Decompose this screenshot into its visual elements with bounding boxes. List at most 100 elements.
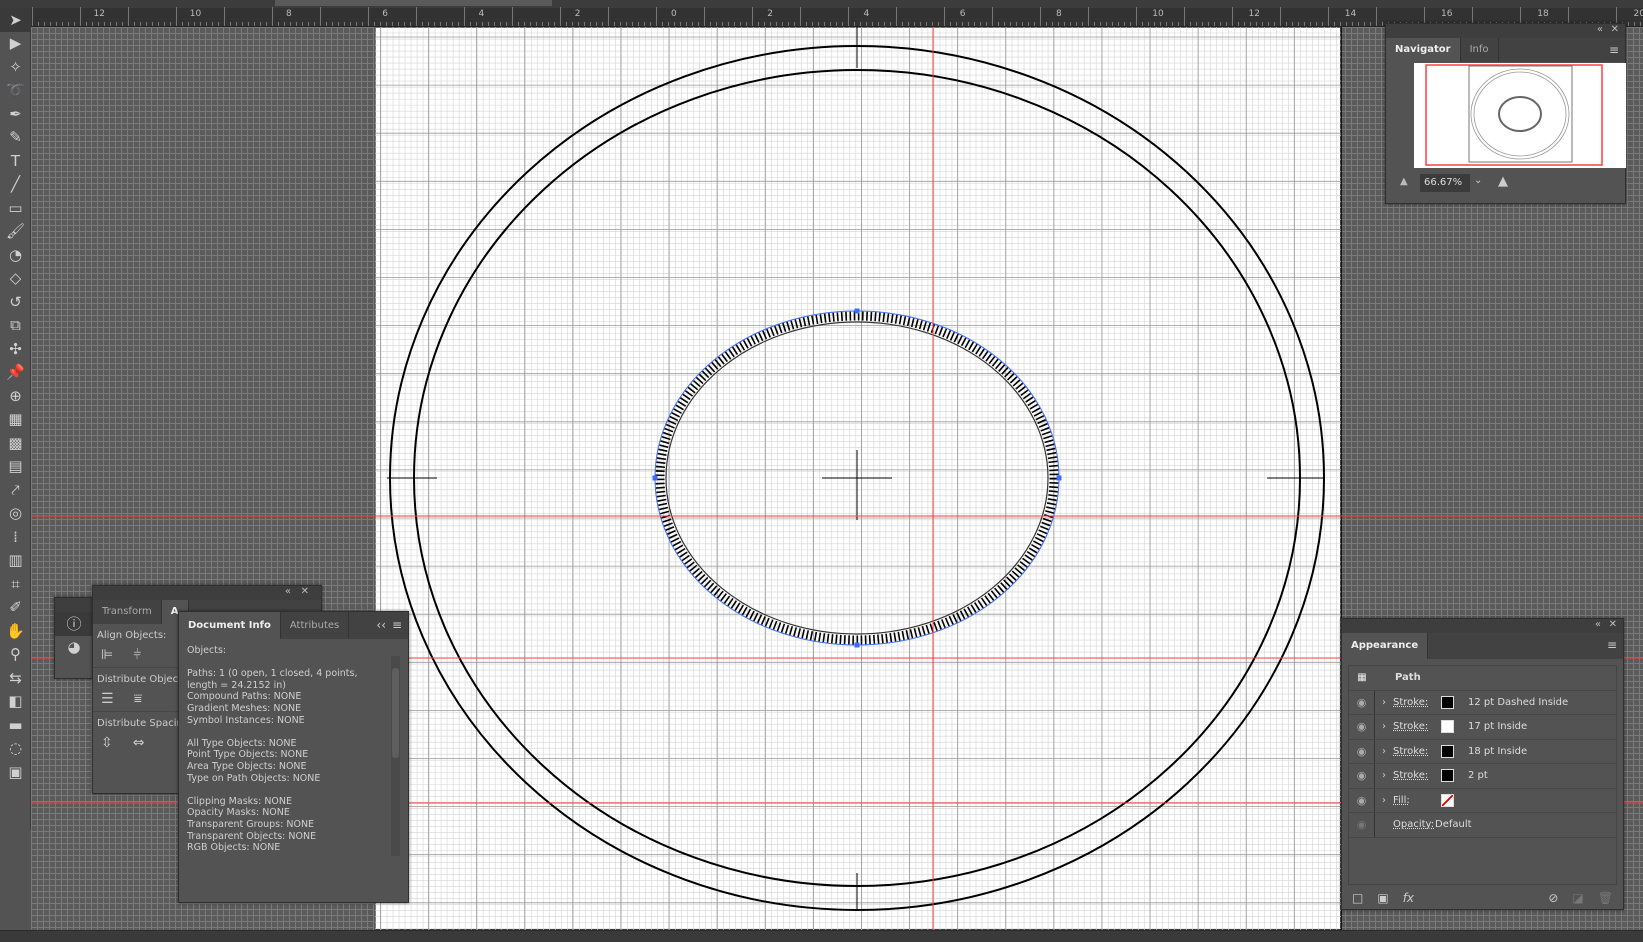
attributes-icon[interactable]: ◕: [55, 636, 93, 660]
align-center-icon[interactable]: ⫩: [133, 647, 141, 663]
add-stroke-icon[interactable]: □: [1352, 891, 1363, 905]
expand-chevron-icon[interactable]: ›: [1375, 770, 1393, 781]
distribute-top-icon[interactable]: ☰: [101, 691, 114, 707]
collapse-icon[interactable]: «: [285, 586, 291, 597]
document-info-icon[interactable]: ⓘ: [55, 612, 93, 636]
type-tool-icon[interactable]: T: [0, 149, 31, 173]
zoom-dropdown-icon[interactable]: ⌄: [1474, 175, 1482, 186]
close-icon[interactable]: ✕: [1611, 24, 1619, 35]
eye-icon[interactable]: ◉: [1349, 764, 1375, 788]
color-swatch[interactable]: [1441, 769, 1454, 783]
shape-builder-tool-icon[interactable]: ⊕: [0, 384, 31, 408]
collapse-icon[interactable]: ‹‹: [376, 618, 386, 632]
stroke-row[interactable]: ◉ › Stroke: 2 pt: [1349, 764, 1616, 789]
row-label[interactable]: Fill:: [1393, 795, 1441, 806]
zoom-level-input[interactable]: 66.67%: [1420, 174, 1470, 192]
blob-brush-tool-icon[interactable]: ◔: [0, 243, 31, 267]
close-icon[interactable]: ✕: [301, 586, 309, 597]
color-swatch[interactable]: [1441, 720, 1454, 734]
fill-stroke-swatch-icon[interactable]: ◧: [0, 690, 31, 714]
eye-icon[interactable]: ◉: [1349, 715, 1375, 739]
scale-tool-icon[interactable]: ⧉: [0, 314, 31, 338]
eye-icon[interactable]: ◉: [1349, 690, 1375, 714]
stroke-row[interactable]: ◉ › Stroke: 12 pt Dashed Inside: [1349, 690, 1616, 715]
gradient-tool-icon[interactable]: ▤: [0, 455, 31, 479]
direct-selection-tool-icon[interactable]: ▶: [0, 32, 31, 56]
duplicate-item-icon[interactable]: ◪: [1572, 891, 1583, 905]
delete-icon[interactable]: 🗑: [1598, 891, 1613, 905]
eyedropper-tool-icon[interactable]: ⤤: [0, 478, 31, 502]
curvature-tool-icon[interactable]: ✎: [0, 126, 31, 150]
panel-menu-icon[interactable]: ≡: [1609, 43, 1619, 57]
zoom-tool-icon[interactable]: ⚲: [0, 643, 31, 667]
blend-tool-icon[interactable]: ◎: [0, 502, 31, 526]
collapse-icon[interactable]: «: [1595, 619, 1601, 630]
perspective-grid-tool-icon[interactable]: ▦: [0, 408, 31, 432]
scrollbar-thumb[interactable]: [392, 668, 399, 758]
hand-tool-icon[interactable]: ✋: [0, 619, 31, 643]
tab-attributes[interactable]: Attributes: [281, 612, 350, 639]
distribute-center-icon[interactable]: ⩸: [134, 691, 143, 707]
tab-navigator[interactable]: Navigator: [1386, 38, 1461, 62]
lasso-tool-icon[interactable]: ➰: [0, 79, 31, 103]
puppet-warp-tool-icon[interactable]: ✣: [0, 337, 31, 361]
stroke-row[interactable]: ◉ › Stroke: 18 pt Inside: [1349, 739, 1616, 764]
tab-document-info[interactable]: Document Info: [179, 612, 281, 639]
add-fill-icon[interactable]: ▣: [1377, 891, 1388, 905]
tab-appearance[interactable]: Appearance: [1342, 633, 1429, 659]
expand-chevron-icon[interactable]: ›: [1375, 746, 1393, 757]
eye-icon[interactable]: ◉: [1349, 788, 1375, 812]
horizontal-spacing-icon[interactable]: ⇔: [133, 735, 145, 751]
rectangle-tool-icon[interactable]: ▭: [0, 196, 31, 220]
slice-tool-icon[interactable]: ✐: [0, 596, 31, 620]
eraser-tool-icon[interactable]: ◇: [0, 267, 31, 291]
collapse-icon[interactable]: «: [1597, 24, 1603, 35]
expand-chevron-icon[interactable]: ›: [1375, 721, 1393, 732]
color-mode-icon[interactable]: ▬: [0, 713, 31, 737]
tab-transform[interactable]: Transform: [93, 600, 162, 624]
rotate-tool-icon[interactable]: ↺: [0, 290, 31, 314]
fx-icon[interactable]: fx: [1403, 891, 1414, 905]
screen-mode-icon[interactable]: ▣: [0, 760, 31, 784]
fill-row[interactable]: ◉ › Fill:: [1349, 788, 1616, 813]
paintbrush-tool-icon[interactable]: 🖌: [0, 220, 31, 244]
appearance-path-row[interactable]: ▦ Path: [1349, 666, 1616, 691]
row-label[interactable]: Stroke:: [1393, 746, 1441, 757]
stroke-row[interactable]: ◉ › Stroke: 17 pt Inside: [1349, 715, 1616, 740]
close-icon[interactable]: ✕: [1609, 619, 1617, 630]
drawing-mode-icon[interactable]: ◌: [0, 737, 31, 761]
selection-tool-icon[interactable]: ➤: [0, 8, 31, 32]
color-swatch[interactable]: [1441, 744, 1454, 758]
clear-appearance-icon[interactable]: ⊘: [1548, 891, 1558, 905]
navigator-preview[interactable]: [1414, 63, 1626, 168]
scrollbar-thumb[interactable]: [275, 0, 552, 6]
row-label[interactable]: Stroke:: [1393, 770, 1441, 781]
opacity-label[interactable]: Opacity:: [1393, 819, 1435, 830]
zoom-out-icon[interactable]: ▲: [1400, 176, 1408, 187]
expand-chevron-icon[interactable]: ›: [1375, 697, 1393, 708]
swap-fill-stroke-icon[interactable]: ⇆: [0, 666, 31, 690]
panel-menu-icon[interactable]: ≡: [392, 618, 402, 632]
scrollbar[interactable]: [391, 656, 400, 856]
vertical-spacing-icon[interactable]: ⇳: [101, 735, 113, 751]
row-label[interactable]: Stroke:: [1393, 697, 1441, 708]
align-left-icon[interactable]: ⊫: [101, 647, 113, 663]
color-swatch[interactable]: [1441, 793, 1454, 807]
mesh-tool-icon[interactable]: ▩: [0, 431, 31, 455]
panel-menu-icon[interactable]: ≡: [1607, 638, 1617, 652]
column-graph-tool-icon[interactable]: ▥: [0, 549, 31, 573]
line-tool-icon[interactable]: ╱: [0, 173, 31, 197]
horizontal-scrollbar[interactable]: [0, 0, 1643, 8]
magic-wand-tool-icon[interactable]: ✧: [0, 55, 31, 79]
row-label[interactable]: Stroke:: [1393, 721, 1441, 732]
opacity-row[interactable]: ◉ Opacity: Default: [1349, 813, 1616, 838]
symbol-sprayer-tool-icon[interactable]: ⁞: [0, 525, 31, 549]
eye-icon[interactable]: ◉: [1349, 739, 1375, 763]
tab-info[interactable]: Info: [1461, 38, 1499, 62]
color-swatch[interactable]: [1441, 695, 1454, 709]
artboard-tool-icon[interactable]: ⌗: [0, 572, 31, 596]
pen-tool-icon[interactable]: ✒: [0, 102, 31, 126]
zoom-in-icon[interactable]: ▲: [1498, 174, 1508, 189]
eye-icon[interactable]: ◉: [1349, 813, 1375, 837]
expand-chevron-icon[interactable]: ›: [1375, 795, 1393, 806]
